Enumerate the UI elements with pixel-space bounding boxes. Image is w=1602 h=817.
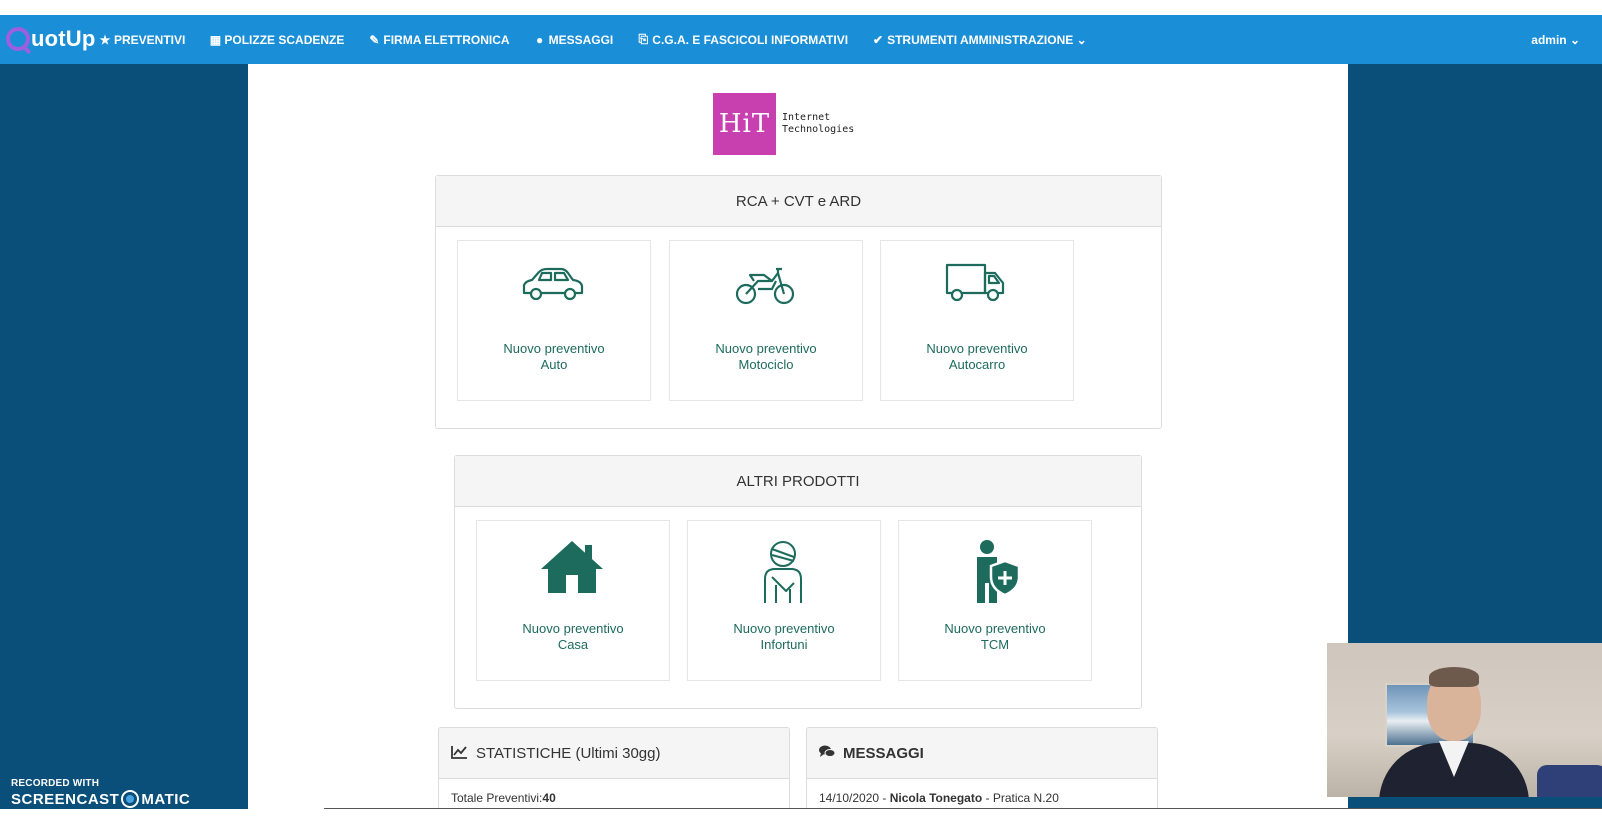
nav-messaggi[interactable]: ● MESSAGGI (534, 32, 614, 47)
record-icon (121, 790, 140, 808)
pdf-icon: ⎘ (638, 32, 649, 46)
tile-label: Nuovo preventivo Infortuni (688, 621, 880, 653)
tile-auto[interactable]: Nuovo preventivo Auto (457, 240, 651, 401)
webcam-overlay (1327, 643, 1602, 797)
house-icon (541, 541, 603, 593)
chat-icon: ● (535, 32, 544, 47)
edit-icon: ✎ (369, 32, 380, 47)
rca-panel: RCA + CVT e ARD Nuovo preventivo Auto Nu… (435, 175, 1162, 429)
logo-line1: Internet (782, 112, 831, 123)
altri-prodotti-panel: ALTRI PRODOTTI Nuovo preventivo Casa Nuo… (454, 455, 1142, 709)
logo-text: Internet Technologies (782, 112, 854, 136)
nav-label: POLIZZE SCADENZE (224, 32, 345, 47)
message-date: 14/10/2020 (819, 791, 880, 805)
tile-autocarro[interactable]: Nuovo preventivo Autocarro (880, 240, 1074, 401)
watermark-left: SCREENCAST (11, 790, 120, 808)
logo-mark: HiT (713, 93, 776, 155)
tile-casa[interactable]: Nuovo preventivo Casa (476, 520, 670, 681)
total-label: Totale Preventivi: (451, 791, 543, 805)
watermark-top: RECORDED WITH (11, 778, 100, 789)
nav-cga-fascicoli[interactable]: ⎘ C.G.A. E FASCICOLI INFORMATIVI (637, 32, 848, 47)
brand-q-icon (6, 27, 30, 51)
nav-preventivi[interactable]: ★ PREVENTIVI (99, 32, 186, 47)
injured-person-icon (764, 541, 802, 603)
tile-label: Nuovo preventivo Autocarro (881, 341, 1073, 373)
tile-label: Nuovo preventivo Motociclo (670, 341, 862, 373)
company-logo: HiT Internet Technologies (713, 93, 854, 155)
tile-label-line1: Nuovo preventivo (733, 621, 835, 636)
tile-label: Nuovo preventivo Casa (477, 621, 669, 653)
person-shield-icon (977, 540, 1021, 603)
message-ref: Pratica N.20 (992, 791, 1059, 805)
watermark-bottom: SCREENCAST MATIC (11, 790, 190, 808)
car-icon (522, 267, 584, 301)
total-value: 40 (542, 791, 556, 805)
tile-label-line1: Nuovo preventivo (944, 621, 1046, 636)
tile-label: Nuovo preventivo TCM (899, 621, 1091, 653)
truck-icon (945, 263, 1005, 302)
tile-label-line1: Nuovo preventivo (715, 341, 817, 356)
panel-header: STATISTICHE (Ultimi 30gg) (439, 728, 789, 779)
tile-infortuni[interactable]: Nuovo preventivo Infortuni (687, 520, 881, 681)
line-chart-icon (451, 745, 468, 762)
nav-menu: ★ PREVENTIVI ▦ POLIZZE SCADENZE ✎ FIRMA … (99, 15, 1111, 64)
navbar: uotUp ★ PREVENTIVI ▦ POLIZZE SCADENZE ✎ … (0, 15, 1602, 64)
motorcycle-icon (735, 267, 795, 305)
panel-title: STATISTICHE (Ultimi 30gg) (476, 744, 661, 762)
nav-label: STRUMENTI AMMINISTRAZIONE ⌄ (887, 32, 1087, 47)
tile-label-line1: Nuovo preventivo (926, 341, 1028, 356)
panel-header: MESSAGGI (807, 728, 1157, 779)
user-menu[interactable]: admin ⌄ (1531, 15, 1580, 64)
star-icon: ★ (99, 32, 111, 47)
nav-label: PREVENTIVI (114, 32, 186, 47)
tile-label-line1: Nuovo preventivo (503, 341, 605, 356)
message-author: Nicola Tonegato (889, 791, 983, 805)
tile-motociclo[interactable]: Nuovo preventivo Motociclo (669, 240, 863, 401)
bottom-strip (0, 809, 1602, 817)
panel-title: ALTRI PRODOTTI (455, 456, 1141, 507)
panel-title: MESSAGGI (843, 744, 924, 762)
tile-label-line2: Casa (557, 637, 589, 652)
presenter-hair (1429, 667, 1479, 687)
logo-line2: Technologies (782, 124, 855, 135)
message-separator: - (879, 791, 890, 805)
wrench-icon: ✔ (873, 32, 884, 47)
top-strip (0, 0, 1602, 15)
nav-strumenti-amministrazione[interactable]: ✔ STRUMENTI AMMINISTRAZIONE ⌄ (872, 33, 1087, 47)
screencast-watermark: RECORDED WITH SCREENCAST MATIC (11, 778, 190, 808)
nav-label: MESSAGGI (548, 32, 614, 47)
chair (1537, 765, 1602, 797)
panel-title: RCA + CVT e ARD (436, 176, 1161, 227)
brand-text: uotUp (31, 26, 96, 51)
nav-firma-elettronica[interactable]: ✎ FIRMA ELETTRONICA (368, 33, 509, 47)
tile-label-line2: Infortuni (760, 637, 808, 652)
statistiche-panel: STATISTICHE (Ultimi 30gg) Totale Prevent… (438, 727, 790, 813)
tile-tcm[interactable]: Nuovo preventivo TCM (898, 520, 1092, 681)
nav-polizze-scadenze[interactable]: ▦ POLIZZE SCADENZE (209, 32, 345, 47)
nav-label: C.G.A. E FASCICOLI INFORMATIVI (652, 32, 849, 47)
tile-label-line2: TCM (980, 637, 1010, 652)
tile-label: Nuovo preventivo Auto (458, 341, 650, 373)
message-separator: - (982, 791, 993, 805)
tile-label-line2: Motociclo (738, 357, 794, 372)
brand-logo[interactable]: uotUp (6, 22, 96, 56)
tile-label-line2: Autocarro (948, 357, 1006, 372)
watermark-right: MATIC (141, 790, 191, 808)
tile-label-line1: Nuovo preventivo (522, 621, 624, 636)
tile-label-line2: Auto (540, 357, 568, 372)
calendar-icon: ▦ (209, 32, 222, 47)
side-background-left (0, 64, 248, 809)
comments-icon (819, 745, 836, 761)
nav-label: FIRMA ELETTRONICA (383, 32, 510, 47)
messaggi-panel: MESSAGGI 14/10/2020 - Nicola Tonegato - … (806, 727, 1158, 813)
